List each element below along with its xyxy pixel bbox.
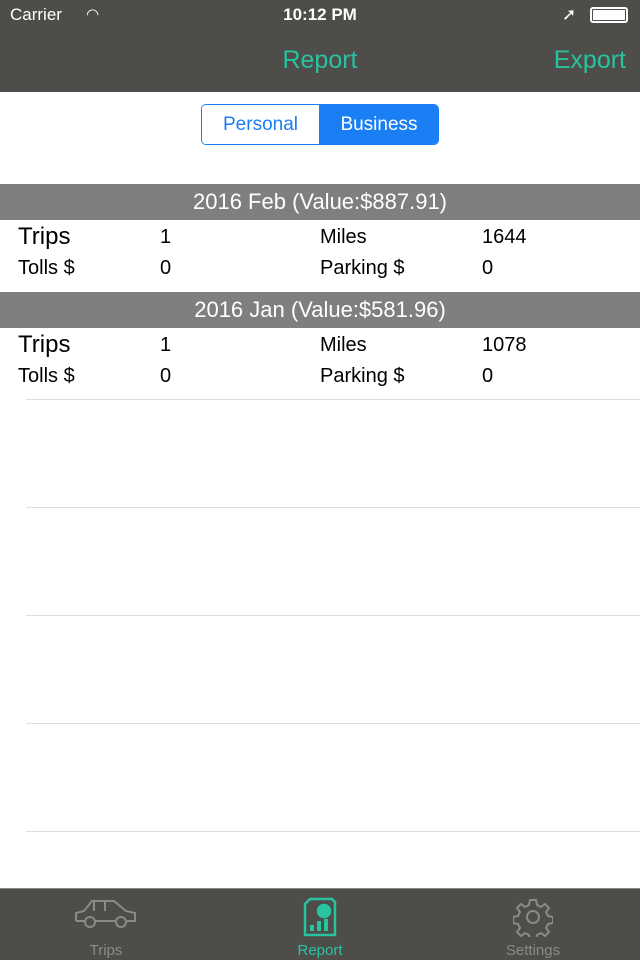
page-title: Report xyxy=(282,46,358,74)
parking-value: 0 xyxy=(482,365,494,387)
tolls-label: Tolls $ xyxy=(18,257,75,279)
row-separator xyxy=(26,399,640,400)
tolls-value: 0 xyxy=(160,257,172,279)
parking-label: Parking $ xyxy=(320,257,405,279)
row-separator xyxy=(26,507,640,508)
parking-label: Parking $ xyxy=(320,365,405,387)
report-icon xyxy=(303,897,337,937)
tab-trips[interactable]: Trips xyxy=(26,889,186,961)
tab-label: Settings xyxy=(505,942,561,959)
trips-value: 1 xyxy=(160,226,172,248)
parking-value: 0 xyxy=(482,257,494,279)
miles-value: 1078 xyxy=(482,334,527,356)
clock: 10:12 PM xyxy=(283,5,357,24)
tab-settings[interactable]: Settings xyxy=(453,889,613,961)
navigation-bar: Carrier ◠ 10:12 PM ➚ Report Export xyxy=(0,0,640,92)
segment-business[interactable]: Business xyxy=(320,105,438,144)
gear-icon xyxy=(513,899,553,937)
trips-label: Trips xyxy=(18,223,71,250)
miles-value: 1644 xyxy=(482,226,527,248)
location-icon: ➚ xyxy=(562,5,577,24)
tolls-label: Tolls $ xyxy=(18,365,75,387)
miles-label: Miles xyxy=(320,334,367,356)
tab-report[interactable]: Report xyxy=(240,889,400,961)
section-header: 2016 Jan (Value:$581.96) xyxy=(0,292,640,328)
tab-bar: Trips Report Settings xyxy=(0,888,640,960)
battery-icon xyxy=(590,7,628,23)
row-separator xyxy=(26,831,640,832)
tolls-value: 0 xyxy=(160,365,172,387)
section-header: 2016 Feb (Value:$887.91) xyxy=(0,184,640,220)
segment-personal[interactable]: Personal xyxy=(202,105,320,144)
tab-label: Trips xyxy=(89,942,123,959)
personal-business-segmented-control: Personal Business xyxy=(201,104,439,145)
trips-value: 1 xyxy=(160,334,172,356)
row-separator xyxy=(26,615,640,616)
tab-label: Report xyxy=(297,942,343,959)
car-icon xyxy=(75,900,136,928)
trips-label: Trips xyxy=(18,331,71,358)
status-bar: Carrier ◠ 10:12 PM ➚ xyxy=(0,0,640,32)
row-separator xyxy=(26,723,640,724)
miles-label: Miles xyxy=(320,226,367,248)
export-button[interactable]: Export xyxy=(554,46,626,75)
